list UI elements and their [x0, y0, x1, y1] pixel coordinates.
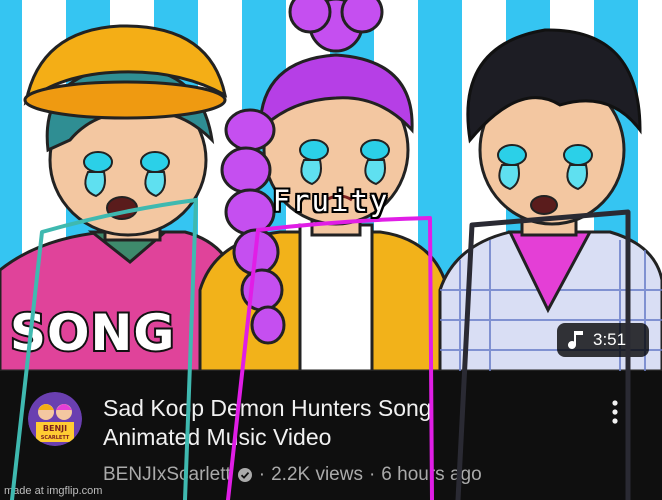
video-meta: BENJIxScarlett · 2.2K views · 6 hours ag… [103, 464, 482, 486]
channel-name[interactable]: BENJIxScarlett [103, 464, 231, 486]
video-title-line1: Sad Koop Demon Hunters Song [103, 395, 432, 421]
meme-caption: Fruity [272, 184, 390, 218]
video-title[interactable]: Sad Koop Demon Hunters Song Animated Mus… [103, 394, 573, 452]
thumbnail-song-text: SONG [8, 304, 176, 362]
avatar-text-line2: SCARLETT [41, 435, 70, 441]
video-title-line2: Animated Music Video [103, 424, 332, 450]
view-count: 2.2K views [271, 464, 363, 485]
channel-avatar[interactable]: BENJI SCARLETT [28, 392, 82, 446]
duration-text: 3:51 [593, 330, 627, 349]
imgflip-watermark: made at imgflip.com [4, 485, 103, 497]
channel-avatar-image: BENJI SCARLETT [28, 392, 82, 446]
verified-check-icon [237, 468, 252, 482]
upload-age: 6 hours ago [381, 464, 482, 485]
meta-separator-2: · [368, 464, 376, 485]
avatar-text-line1: BENJI [43, 424, 67, 433]
meta-separator: · [258, 464, 266, 485]
video-duration-badge: 3:51 [557, 323, 649, 357]
music-note-icon [568, 331, 583, 349]
more-vertical-icon[interactable] [606, 398, 624, 426]
